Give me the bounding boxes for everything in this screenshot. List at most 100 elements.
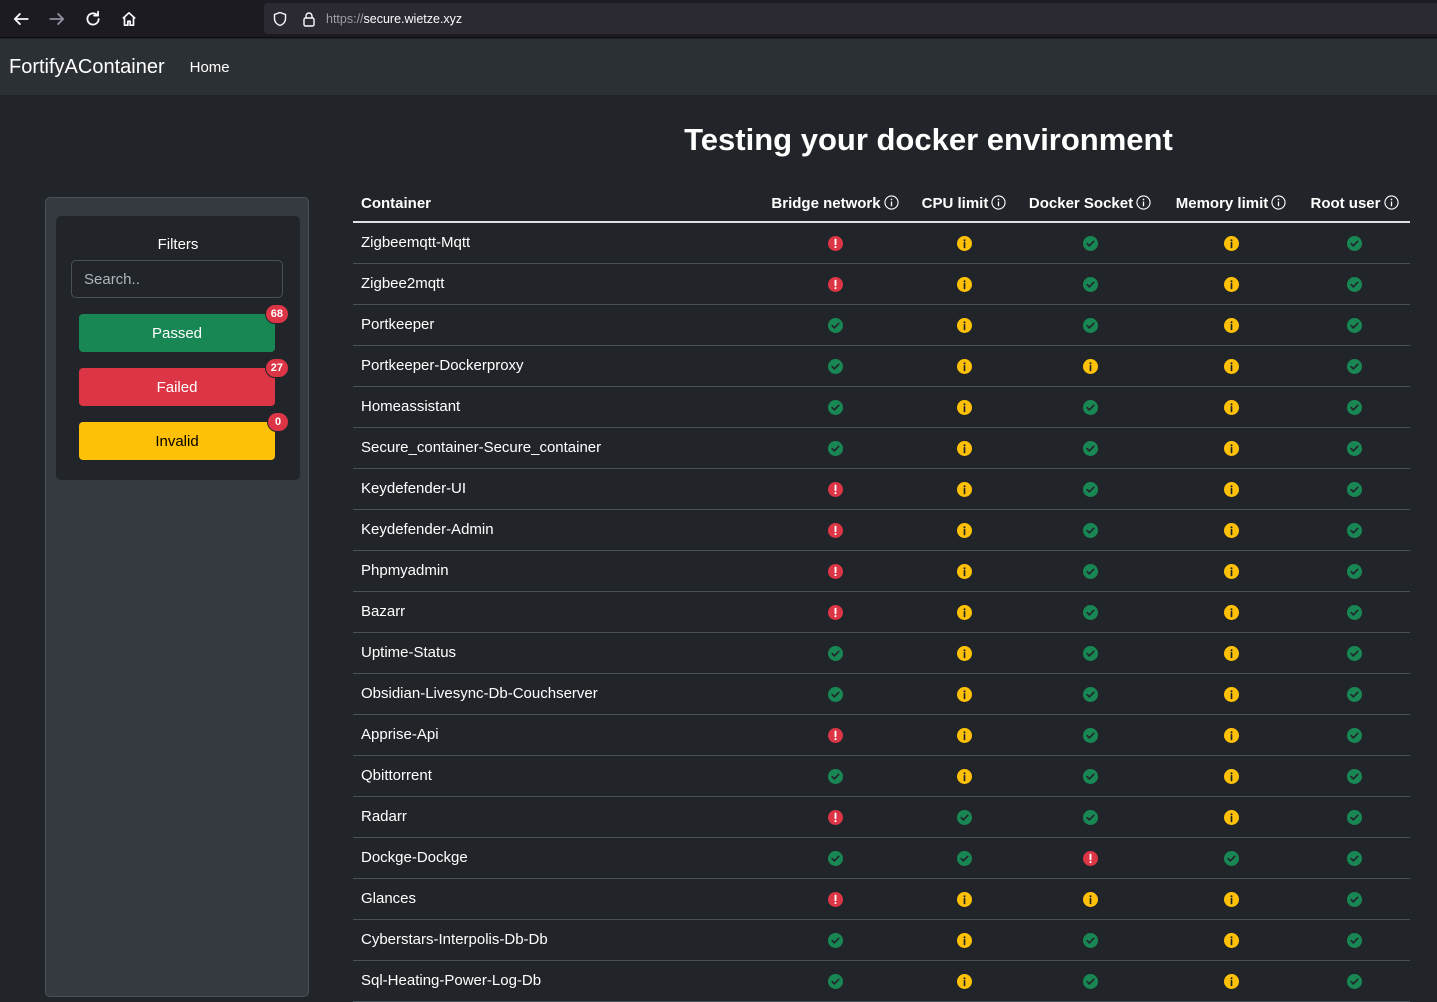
table-header-row: Container Bridge network CPU limit Docke… bbox=[353, 186, 1410, 223]
failed-filter-button[interactable]: Failed 27 bbox=[79, 358, 289, 406]
filters-title: Filters bbox=[157, 236, 199, 253]
container-name-cell: Sql-Heating-Power-Log-Db bbox=[353, 960, 759, 1002]
check-circle-icon bbox=[1347, 317, 1362, 333]
invalid-filter-button[interactable]: Invalid 0 bbox=[79, 412, 289, 460]
root-user-cell bbox=[1299, 591, 1410, 633]
docker-socket-cell bbox=[1017, 427, 1163, 469]
root-user-cell bbox=[1299, 919, 1410, 961]
cpu-limit-cell bbox=[911, 468, 1017, 510]
table-row: Bazarr bbox=[353, 591, 1410, 633]
check-circle-icon bbox=[1347, 481, 1362, 497]
info-icon[interactable] bbox=[1271, 195, 1286, 210]
cpu-limit-cell bbox=[911, 673, 1017, 715]
docker-socket-cell bbox=[1017, 714, 1163, 756]
table-row: Phpmyadmin bbox=[353, 550, 1410, 592]
bridge-network-cell bbox=[759, 714, 911, 756]
check-circle-icon bbox=[1082, 440, 1098, 456]
info-icon[interactable] bbox=[991, 195, 1006, 210]
invalid-label: Invalid bbox=[155, 432, 199, 450]
header-cpu-limit: CPU limit bbox=[911, 186, 1017, 223]
check-circle-icon bbox=[827, 850, 843, 866]
invalid-count-badge: 0 bbox=[267, 412, 289, 432]
info-circle-icon bbox=[1223, 317, 1239, 333]
docker-socket-cell bbox=[1017, 468, 1163, 510]
header-container: Container bbox=[353, 186, 759, 223]
info-icon[interactable] bbox=[1136, 195, 1151, 210]
check-circle-icon bbox=[1347, 399, 1362, 415]
info-icon[interactable] bbox=[1383, 195, 1399, 210]
check-circle-icon bbox=[827, 768, 843, 784]
tracking-shield-icon[interactable] bbox=[272, 11, 288, 27]
header-memory-limit: Memory limit bbox=[1163, 186, 1299, 223]
check-circle-icon bbox=[827, 399, 843, 415]
info-circle-icon bbox=[956, 768, 972, 784]
info-circle-icon bbox=[1223, 809, 1239, 825]
bridge-network-cell bbox=[759, 591, 911, 633]
check-circle-icon bbox=[1082, 317, 1098, 333]
passed-filter-button[interactable]: Passed 68 bbox=[79, 304, 289, 352]
check-circle-icon bbox=[1082, 768, 1098, 784]
search-input[interactable] bbox=[71, 260, 283, 298]
check-circle-icon bbox=[1082, 604, 1098, 620]
lock-icon[interactable] bbox=[302, 11, 316, 27]
root-user-cell bbox=[1299, 427, 1410, 469]
memory-limit-cell bbox=[1163, 550, 1299, 592]
container-name-cell: Uptime-Status bbox=[353, 632, 759, 674]
check-circle-icon bbox=[1347, 358, 1362, 374]
table-row: Portkeeper-Dockerproxy bbox=[353, 345, 1410, 387]
docker-socket-cell bbox=[1017, 386, 1163, 428]
info-icon[interactable] bbox=[883, 195, 899, 210]
check-circle-icon bbox=[1082, 932, 1098, 948]
arrow-right-icon bbox=[49, 12, 65, 25]
memory-limit-cell bbox=[1163, 837, 1299, 879]
cpu-limit-cell bbox=[911, 550, 1017, 592]
check-circle-icon bbox=[827, 645, 843, 661]
root-user-cell bbox=[1299, 755, 1410, 797]
info-circle-icon bbox=[1223, 686, 1239, 702]
info-circle-icon bbox=[1223, 276, 1239, 292]
check-circle-icon bbox=[1347, 645, 1362, 661]
cpu-limit-cell bbox=[911, 509, 1017, 551]
header-container-label: Container bbox=[361, 195, 432, 212]
docker-socket-cell bbox=[1017, 755, 1163, 797]
container-name-cell: Keydefender-Admin bbox=[353, 509, 759, 551]
header-memory-label: Memory limit bbox=[1175, 195, 1269, 212]
url-bar[interactable]: https://secure.wietze.xyz bbox=[264, 3, 1437, 34]
table-row: Cyberstars-Interpolis-Db-Db bbox=[353, 919, 1410, 961]
memory-limit-cell bbox=[1163, 304, 1299, 346]
table-row: Qbittorrent bbox=[353, 755, 1410, 797]
info-circle-icon bbox=[1223, 768, 1239, 784]
forward-button[interactable] bbox=[39, 0, 75, 38]
passed-count-badge: 68 bbox=[264, 304, 289, 324]
container-name-cell: Zigbeemqtt-Mqtt bbox=[353, 222, 759, 264]
bridge-network-cell bbox=[759, 919, 911, 961]
back-button[interactable] bbox=[3, 0, 39, 38]
brand-link[interactable]: FortifyAContainer bbox=[9, 56, 165, 79]
info-circle-icon bbox=[1082, 891, 1098, 907]
cpu-limit-cell bbox=[911, 837, 1017, 879]
info-circle-icon bbox=[1223, 891, 1239, 907]
check-circle-icon bbox=[1347, 686, 1362, 702]
cpu-limit-cell bbox=[911, 222, 1017, 264]
info-circle-icon bbox=[1223, 604, 1239, 620]
exclamation-circle-icon bbox=[827, 727, 843, 743]
failed-count-badge: 27 bbox=[264, 358, 289, 378]
info-circle-icon bbox=[1223, 440, 1239, 456]
container-name-cell: Keydefender-UI bbox=[353, 468, 759, 510]
app-navbar: FortifyAContainer Home bbox=[0, 39, 1437, 95]
docker-socket-cell bbox=[1017, 837, 1163, 879]
root-user-cell bbox=[1299, 878, 1410, 920]
bridge-network-cell bbox=[759, 878, 911, 920]
reload-button[interactable] bbox=[75, 0, 111, 38]
memory-limit-cell bbox=[1163, 427, 1299, 469]
table-row: Obsidian-Livesync-Db-Couchserver bbox=[353, 673, 1410, 715]
table-row: Homeassistant bbox=[353, 386, 1410, 428]
info-circle-icon bbox=[956, 276, 972, 292]
home-button[interactable] bbox=[111, 0, 147, 38]
container-name-cell: Obsidian-Livesync-Db-Couchserver bbox=[353, 673, 759, 715]
docker-socket-cell bbox=[1017, 509, 1163, 551]
check-circle-icon bbox=[1082, 481, 1098, 497]
check-circle-icon bbox=[1082, 522, 1098, 538]
nav-home-link[interactable]: Home bbox=[190, 59, 230, 76]
check-circle-icon bbox=[1347, 768, 1362, 784]
